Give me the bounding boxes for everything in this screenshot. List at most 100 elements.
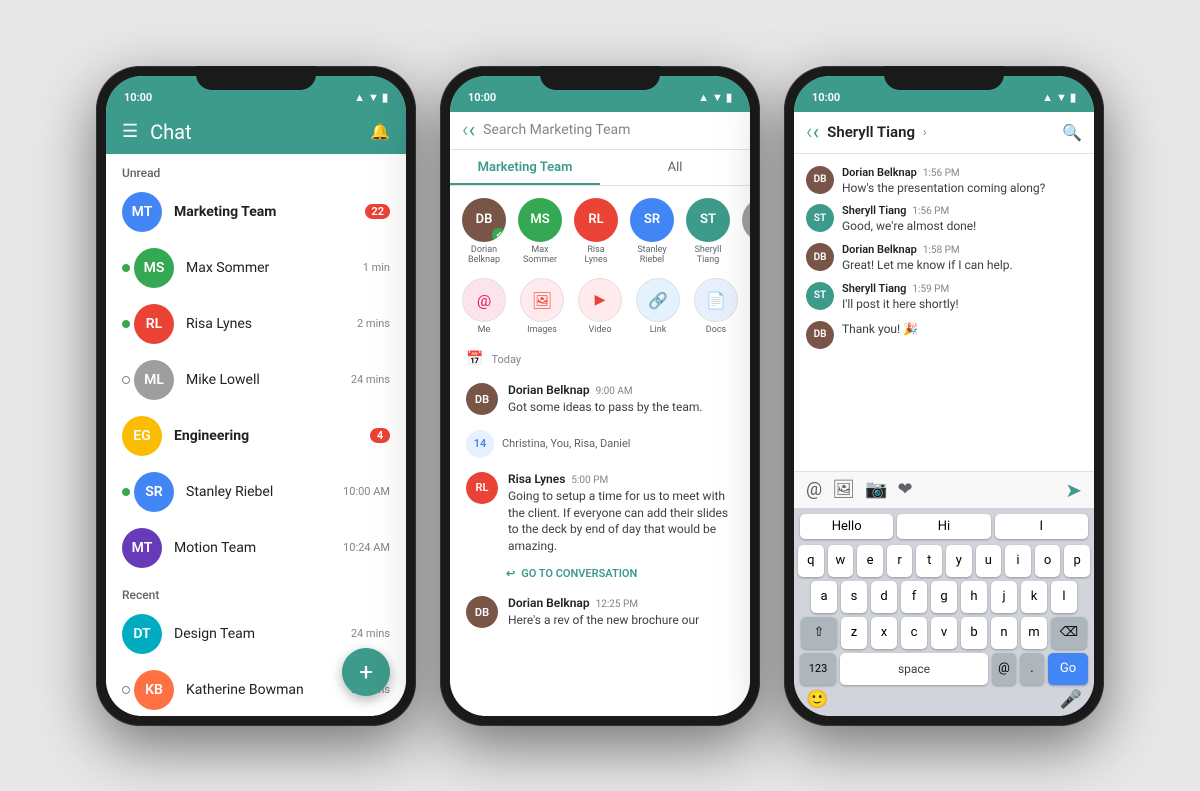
key-a[interactable]: a bbox=[811, 581, 837, 613]
filter-images[interactable]: 🖼 Images bbox=[516, 278, 568, 335]
wifi-icon-1: ▼ bbox=[368, 91, 379, 104]
key-p[interactable]: p bbox=[1064, 545, 1090, 577]
conv-meta-2: Sheryll Tiang 1:56 PM bbox=[842, 204, 1082, 217]
group-names: Christina, You, Risa, Daniel bbox=[502, 437, 630, 450]
key-y[interactable]: y bbox=[946, 545, 972, 577]
chat-item-max[interactable]: MS Max Sommer 1 min bbox=[106, 240, 406, 296]
key-q[interactable]: q bbox=[798, 545, 824, 577]
key-space[interactable]: space bbox=[840, 653, 988, 685]
avatar-item-db[interactable]: DB ✓ DorianBelknap bbox=[458, 198, 510, 267]
conv-msg-2: ST Sheryll Tiang 1:56 PM Good, we're alm… bbox=[794, 200, 1094, 239]
avatar-item-st[interactable]: ST SheryllTiang bbox=[682, 198, 734, 267]
signal-icon-2: ▲ bbox=[698, 91, 709, 104]
avatar-item-ms[interactable]: MS MaxSommer bbox=[514, 198, 566, 267]
key-shift[interactable]: ⇧ bbox=[801, 617, 837, 649]
key-j[interactable]: j bbox=[991, 581, 1017, 613]
key-o[interactable]: o bbox=[1035, 545, 1061, 577]
filter-slides[interactable]: 📊 Slides bbox=[748, 278, 750, 335]
status-icons-1: ▲ ▼ ▮ bbox=[354, 91, 388, 104]
key-u[interactable]: u bbox=[976, 545, 1002, 577]
key-z[interactable]: z bbox=[841, 617, 867, 649]
chat-item-marketing-team[interactable]: MT Marketing Team 22 bbox=[106, 184, 406, 240]
key-s[interactable]: s bbox=[841, 581, 867, 613]
avatar-item-ml[interactable]: ML MikeLowell bbox=[738, 198, 750, 267]
chat-item-stanley[interactable]: SR Stanley Riebel 10:00 AM bbox=[106, 464, 406, 520]
filter-video[interactable]: ▶ Video bbox=[574, 278, 626, 335]
key-at[interactable]: @ bbox=[992, 653, 1016, 685]
tab-marketing-team[interactable]: Marketing Team bbox=[450, 150, 600, 185]
chat-info-marketing: Marketing Team 22 bbox=[174, 204, 390, 220]
key-g[interactable]: g bbox=[931, 581, 957, 613]
filter-me[interactable]: @ Me bbox=[458, 278, 510, 335]
emoji-icon[interactable]: 🙂 bbox=[806, 689, 828, 710]
tab-all[interactable]: All bbox=[600, 150, 750, 185]
chat-item-engineering[interactable]: EG Engineering 4 bbox=[106, 408, 406, 464]
at-icon[interactable]: @ bbox=[806, 479, 822, 500]
key-c[interactable]: c bbox=[901, 617, 927, 649]
chat-item-mike-lowell[interactable]: ML Mike Lowell 24 mins bbox=[106, 352, 406, 408]
back-button-2[interactable]: ‹ bbox=[462, 118, 475, 143]
key-w[interactable]: w bbox=[828, 545, 854, 577]
chat-item-motion[interactable]: MT Motion Team 10:24 AM bbox=[106, 520, 406, 576]
menu-icon[interactable]: ☰ bbox=[122, 121, 138, 142]
go-to-conversation[interactable]: ↩ GO TO CONVERSATION bbox=[450, 563, 750, 588]
filter-docs[interactable]: 📄 Docs bbox=[690, 278, 742, 335]
key-m[interactable]: m bbox=[1021, 617, 1047, 649]
app-header-left-1: ☰ Chat bbox=[122, 120, 192, 144]
avatar-item-sr[interactable]: SR StanleyRiebel bbox=[626, 198, 678, 267]
date-divider: 📅 Today bbox=[450, 343, 750, 375]
msg-item-2: RL Risa Lynes 5:00 PM Going to setup a t… bbox=[450, 464, 750, 563]
avatar-name-st: SheryllTiang bbox=[695, 245, 722, 267]
send-button[interactable]: ➤ bbox=[1065, 478, 1082, 502]
key-123[interactable]: 123 bbox=[800, 653, 836, 685]
mic-icon[interactable]: 🎤 bbox=[1060, 689, 1082, 710]
key-row-2: a s d f g h j k l bbox=[798, 581, 1090, 613]
bell-icon[interactable]: 🔔 bbox=[370, 122, 390, 141]
fab-button[interactable]: + bbox=[342, 648, 390, 696]
search-icon-conv[interactable]: 🔍 bbox=[1062, 123, 1082, 142]
key-go[interactable]: Go bbox=[1048, 653, 1088, 685]
conv-header: ‹ Sheryll Tiang › 🔍 bbox=[794, 112, 1094, 154]
msg-sender-3: Dorian Belknap bbox=[508, 596, 590, 610]
key-x[interactable]: x bbox=[871, 617, 897, 649]
chat-name-engineering: Engineering bbox=[174, 428, 249, 444]
msg-header-2: Risa Lynes 5:00 PM bbox=[508, 472, 734, 486]
suggestion-hi[interactable]: Hi bbox=[897, 514, 990, 539]
key-e[interactable]: e bbox=[857, 545, 883, 577]
conv-avatar-1: DB bbox=[806, 166, 834, 194]
suggestion-hello[interactable]: Hello bbox=[800, 514, 893, 539]
key-k[interactable]: k bbox=[1021, 581, 1047, 613]
filter-label-docs: Docs bbox=[706, 325, 726, 335]
status-time-1: 10:00 bbox=[124, 91, 152, 104]
reaction-icon[interactable]: ❤ bbox=[897, 479, 912, 500]
key-r[interactable]: r bbox=[887, 545, 913, 577]
avatar-circle-sr: SR bbox=[630, 198, 674, 242]
chat-item-risa[interactable]: RL Risa Lynes 2 mins bbox=[106, 296, 406, 352]
key-n[interactable]: n bbox=[991, 617, 1017, 649]
key-h[interactable]: h bbox=[961, 581, 987, 613]
key-l[interactable]: l bbox=[1051, 581, 1077, 613]
avatar-item-rl[interactable]: RL RisaLynes bbox=[570, 198, 622, 267]
back-button-3[interactable]: ‹ bbox=[806, 120, 819, 145]
image-icon[interactable]: 🖼 bbox=[832, 479, 855, 500]
chat-meta-engineering: Engineering 4 bbox=[174, 428, 390, 444]
key-b[interactable]: b bbox=[961, 617, 987, 649]
key-d[interactable]: d bbox=[871, 581, 897, 613]
key-i[interactable]: i bbox=[1005, 545, 1031, 577]
filter-link[interactable]: 🔗 Link bbox=[632, 278, 684, 335]
wifi-icon-3: ▼ bbox=[1056, 91, 1067, 104]
battery-icon-1: ▮ bbox=[382, 91, 388, 104]
key-delete[interactable]: ⌫ bbox=[1051, 617, 1087, 649]
key-t[interactable]: t bbox=[916, 545, 942, 577]
avatar-marketing: MT bbox=[122, 192, 162, 232]
search-input-area[interactable]: Search Marketing Team bbox=[483, 122, 738, 138]
key-period[interactable]: . bbox=[1020, 653, 1044, 685]
suggestion-i[interactable]: I bbox=[995, 514, 1088, 539]
chat-meta-motion: Motion Team 10:24 AM bbox=[174, 540, 390, 556]
key-v[interactable]: v bbox=[931, 617, 957, 649]
key-f[interactable]: f bbox=[901, 581, 927, 613]
chat-item-left-max bbox=[122, 264, 134, 272]
camera-icon[interactable]: 📷 bbox=[865, 479, 887, 500]
conv-text-2: Good, we're almost done! bbox=[842, 218, 1082, 235]
filter-label-me: Me bbox=[478, 325, 491, 335]
